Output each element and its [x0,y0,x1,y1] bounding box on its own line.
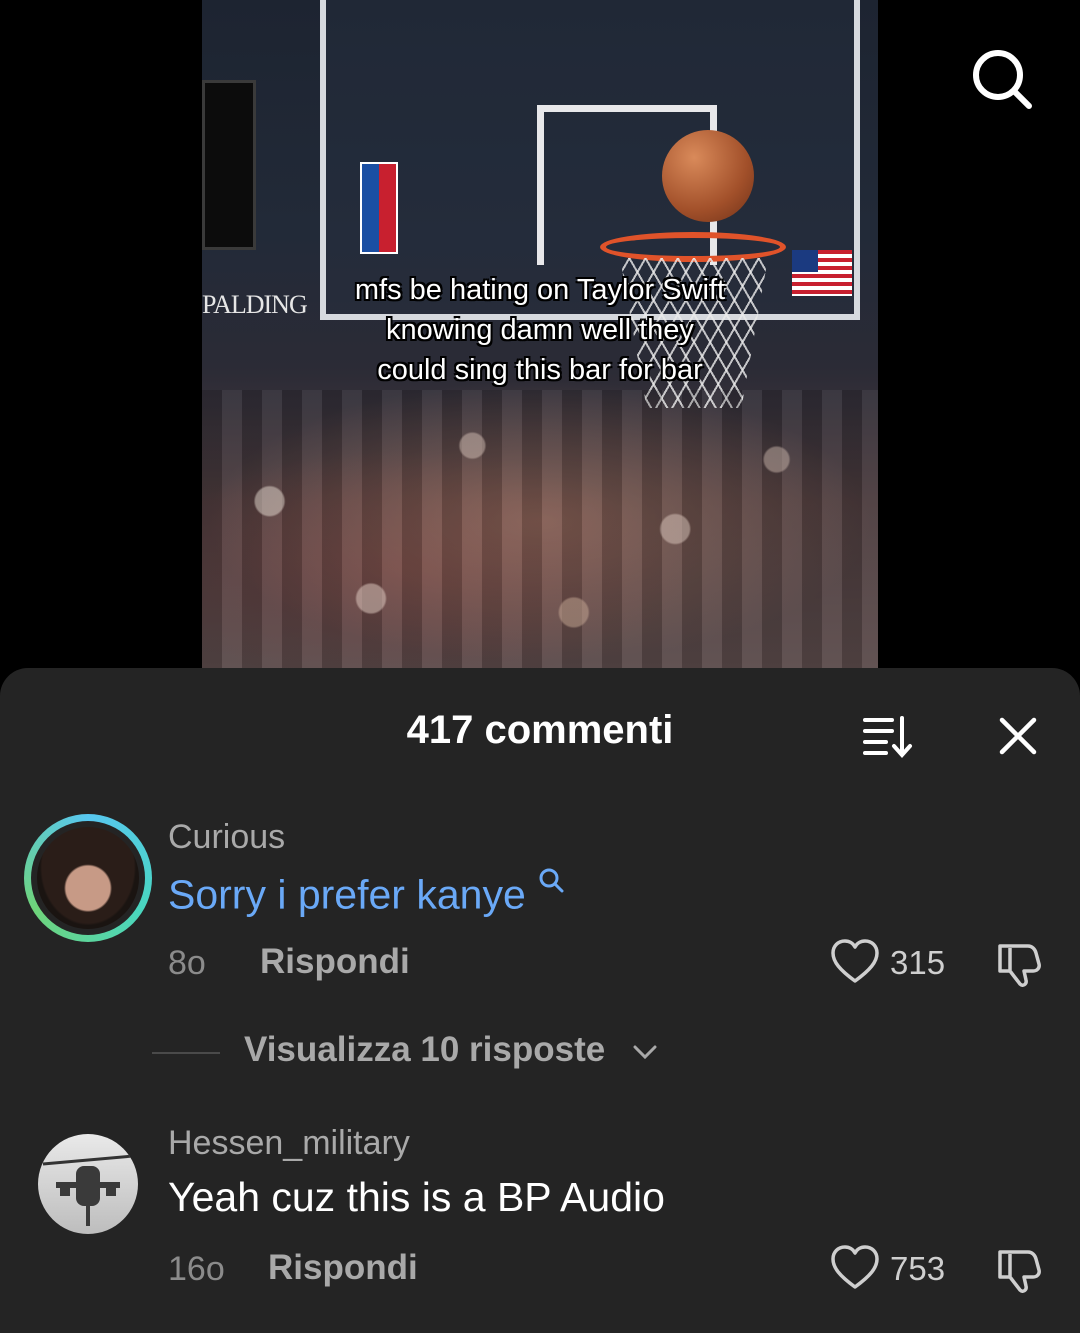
view-replies-label: Visualizza 10 risposte [244,1030,606,1069]
like-count: 753 [890,1250,946,1287]
caption-line: mfs be hating on Taylor Swift [354,274,726,306]
avatar[interactable] [38,1134,138,1234]
dislike-icon [998,944,1041,987]
video-player[interactable]: PALDING mfs be hating on Taylor Swift kn… [202,0,878,668]
comment-username[interactable]: Hessen_military [168,1124,410,1163]
like-count: 315 [890,944,946,981]
hoop-rim [600,232,786,262]
scoreboard [202,80,256,250]
avatar[interactable] [24,814,152,942]
search-icon [973,50,1032,109]
divider [152,1052,220,1054]
crowd [202,390,878,668]
like-button[interactable]: 753 [830,1244,950,1292]
reply-button[interactable]: Rispondi [268,1248,418,1288]
heart-icon [831,1245,879,1289]
close-icon [999,717,1037,755]
comment-text[interactable]: Sorry i prefer kanye [168,872,526,918]
helicopter-image [42,1154,134,1226]
dislike-button[interactable] [994,1246,1044,1294]
video-caption: mfs be hating on Taylor Swift knowing da… [202,270,878,390]
comment-username[interactable]: Curious [168,818,285,857]
sort-icon [863,716,912,759]
chevron-down-icon [633,1045,657,1060]
search-link-icon [539,868,564,893]
comment-text: Yeah cuz this is a BP Audio [168,1174,665,1220]
like-button[interactable]: 315 [830,938,950,986]
nba-logo [360,162,398,254]
close-button[interactable] [996,714,1040,758]
search-button[interactable] [966,44,1036,114]
comment-age: 16o [168,1250,225,1288]
heart-icon [831,939,879,983]
comments-title: 417 commenti [406,708,674,752]
basketball [662,130,754,222]
caption-line: knowing damn well they [386,314,694,346]
comment-text-search-link[interactable]: Sorry i prefer kanye [168,866,565,919]
comments-sheet: 417 commenti Curious Sorry i prefer kany… [0,668,1080,1333]
view-replies-button[interactable]: Visualizza 10 risposte [152,1030,672,1078]
dislike-button[interactable] [994,940,1044,988]
sort-button[interactable] [862,714,914,759]
caption-line: could sing this bar for bar [377,354,703,386]
dislike-icon [998,1250,1041,1293]
comment-age: 8o [168,944,206,982]
reply-button[interactable]: Rispondi [260,942,410,982]
